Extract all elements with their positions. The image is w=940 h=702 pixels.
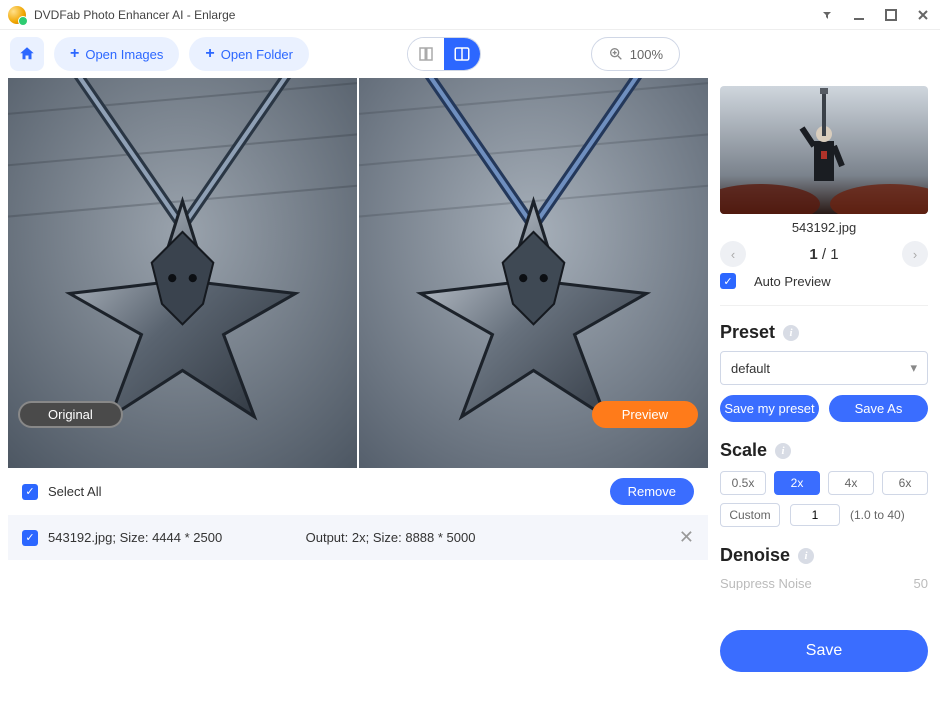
scale-section: Scale i 0.5x 2x 4x 6x Custom (1.0 to 40) — [720, 428, 928, 533]
plus-icon: + — [70, 45, 79, 63]
open-images-label: Open Images — [85, 47, 163, 62]
scale-range-label: (1.0 to 40) — [850, 508, 905, 522]
file-name-size: 543192.jpg; Size: 4444 * 2500 — [48, 530, 222, 545]
home-button[interactable] — [10, 37, 44, 71]
save-button[interactable]: Save — [720, 630, 928, 672]
zoom-button[interactable]: 100% — [591, 37, 680, 71]
scale-title: Scale — [720, 440, 767, 461]
file-output-info: Output: 2x; Size: 8888 * 5000 — [306, 530, 476, 545]
zoom-label: 100% — [630, 47, 663, 62]
prev-image-button[interactable]: ‹ — [720, 241, 746, 267]
thumbnail-filename: 543192.jpg — [720, 214, 928, 239]
suppress-noise-value: 50 — [914, 576, 928, 590]
file-list-header: ✓ Select All Remove — [8, 468, 708, 515]
select-all-label: Select All — [48, 484, 101, 499]
denoise-section: Denoise i Suppress Noise 50 — [720, 533, 928, 590]
preset-title: Preset — [720, 322, 775, 343]
scale-4x-button[interactable]: 4x — [828, 471, 874, 495]
app-logo-icon — [8, 6, 26, 24]
preview-badge: Preview — [592, 401, 698, 428]
open-folder-button[interactable]: + Open Folder — [189, 37, 309, 71]
file-row[interactable]: ✓ 543192.jpg; Size: 4444 * 2500 Output: … — [8, 515, 708, 560]
select-all-checkbox[interactable]: ✓ — [22, 484, 38, 500]
preset-section: Preset i default ▾ Save my preset Save A… — [720, 310, 928, 428]
save-as-button[interactable]: Save As — [829, 395, 928, 422]
next-image-button[interactable]: › — [902, 241, 928, 267]
thumbnail[interactable] — [720, 86, 928, 214]
info-icon[interactable]: i — [775, 443, 791, 459]
title-bar: DVDFab Photo Enhancer AI - Enlarge — [0, 0, 940, 30]
remove-button[interactable]: Remove — [610, 478, 694, 505]
file-row-remove-icon[interactable]: ✕ — [679, 527, 694, 548]
scale-custom-button[interactable]: Custom — [720, 503, 780, 527]
split-view-button[interactable] — [444, 38, 480, 70]
plus-icon: + — [205, 45, 214, 63]
page-counter: 1 / 1 — [809, 246, 838, 263]
single-view-button[interactable] — [408, 38, 444, 70]
scale-2x-button[interactable]: 2x — [774, 471, 820, 495]
scale-6x-button[interactable]: 6x — [882, 471, 928, 495]
toolbar: + Open Images + Open Folder 100% — [0, 30, 940, 78]
window-title: DVDFab Photo Enhancer AI - Enlarge — [34, 8, 235, 22]
info-icon[interactable]: i — [798, 548, 814, 564]
scale-custom-input[interactable] — [790, 504, 840, 526]
suppress-noise-label: Suppress Noise — [720, 576, 812, 590]
original-badge: Original — [18, 401, 123, 428]
save-my-preset-button[interactable]: Save my preset — [720, 395, 819, 422]
file-row-checkbox[interactable]: ✓ — [22, 530, 38, 546]
pager: ‹ 1 / 1 › — [720, 239, 928, 273]
auto-preview-label: Auto Preview — [754, 274, 831, 289]
close-icon[interactable] — [914, 6, 932, 24]
open-folder-label: Open Folder — [221, 47, 293, 62]
magnifier-icon — [608, 46, 624, 62]
auto-preview-checkbox[interactable]: ✓ — [720, 273, 736, 289]
info-icon[interactable]: i — [783, 325, 799, 341]
pin-icon[interactable] — [818, 6, 836, 24]
scale-0-5x-button[interactable]: 0.5x — [720, 471, 766, 495]
preview-pane[interactable]: Preview — [359, 78, 708, 468]
denoise-title: Denoise — [720, 545, 790, 566]
preview-area: Original — [8, 78, 708, 468]
view-mode-toggle — [407, 37, 481, 71]
sidebar: 543192.jpg ‹ 1 / 1 › ✓ Auto Preview Pres… — [708, 78, 940, 702]
minimize-icon[interactable] — [850, 6, 868, 24]
preset-select[interactable]: default ▾ — [720, 351, 928, 385]
chevron-down-icon: ▾ — [910, 360, 917, 376]
open-images-button[interactable]: + Open Images — [54, 37, 179, 71]
original-pane[interactable]: Original — [8, 78, 357, 468]
maximize-icon[interactable] — [882, 6, 900, 24]
preset-value: default — [731, 361, 770, 376]
